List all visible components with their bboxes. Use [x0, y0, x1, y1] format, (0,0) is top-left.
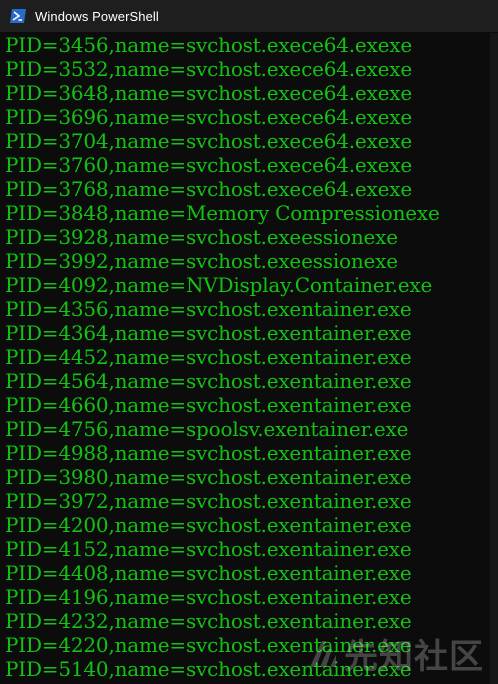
console-line: PID=4232,name=svchost.exentainer.exe: [5, 609, 412, 633]
powershell-icon: [9, 7, 27, 25]
console-line: PID=3760,name=svchost.exece64.exexe: [5, 153, 412, 177]
console-line: PID=5140,name=svchost.exentainer.exe: [5, 657, 412, 681]
console-line: PID=4196,name=svchost.exentainer.exe: [5, 585, 412, 609]
console-line: PID=4092,name=NVDisplay.Container.exe: [5, 273, 433, 297]
console-line: PID=3768,name=svchost.exece64.exexe: [5, 177, 412, 201]
console-line: PID=4152,name=svchost.exentainer.exe: [5, 537, 412, 561]
console-line: PID=3928,name=svchost.exeessionexe: [5, 225, 398, 249]
title-bar[interactable]: Windows PowerShell: [0, 0, 498, 32]
console-line: PID=3696,name=svchost.exece64.exexe: [5, 105, 412, 129]
vertical-scrollbar[interactable]: [490, 33, 498, 684]
console-line: PID=4452,name=svchost.exentainer.exe: [5, 345, 412, 369]
console-line: PID=3648,name=svchost.exece64.exexe: [5, 81, 412, 105]
console-line: PID=4988,name=svchost.exentainer.exe: [5, 441, 412, 465]
console-line: PID=4200,name=svchost.exentainer.exe: [5, 513, 412, 537]
console-line: PID=4408,name=svchost.exentainer.exe: [5, 561, 412, 585]
console-line: PID=4356,name=svchost.exentainer.exe: [5, 297, 412, 321]
console-line: PID=4220,name=svchost.exentainer.exe: [5, 633, 412, 657]
console-line: PID=4756,name=spoolsv.exentainer.exe: [5, 417, 409, 441]
console-line: PID=4364,name=svchost.exentainer.exe: [5, 321, 412, 345]
powershell-window: Windows PowerShell PID=3456,name=svchost…: [0, 0, 498, 684]
console-output[interactable]: PID=3456,name=svchost.exece64.exexe PID=3…: [0, 33, 490, 684]
window-title: Windows PowerShell: [35, 8, 159, 24]
console-line: PID=3532,name=svchost.exece64.exexe: [5, 57, 412, 81]
console-line: PID=3992,name=svchost.exeessionexe: [5, 249, 398, 273]
console-line: PID=3848,name=Memory Compressionexe: [5, 201, 440, 225]
console-line: PID=3972,name=svchost.exentainer.exe: [5, 489, 412, 513]
console-line: PID=3980,name=svchost.exentainer.exe: [5, 465, 412, 489]
console-line: PID=3456,name=svchost.exece64.exexe: [5, 33, 412, 57]
console-line: PID=3704,name=svchost.exece64.exexe: [5, 129, 412, 153]
console-line: PID=4564,name=svchost.exentainer.exe: [5, 369, 412, 393]
console-line: PID=4660,name=svchost.exentainer.exe: [5, 393, 412, 417]
